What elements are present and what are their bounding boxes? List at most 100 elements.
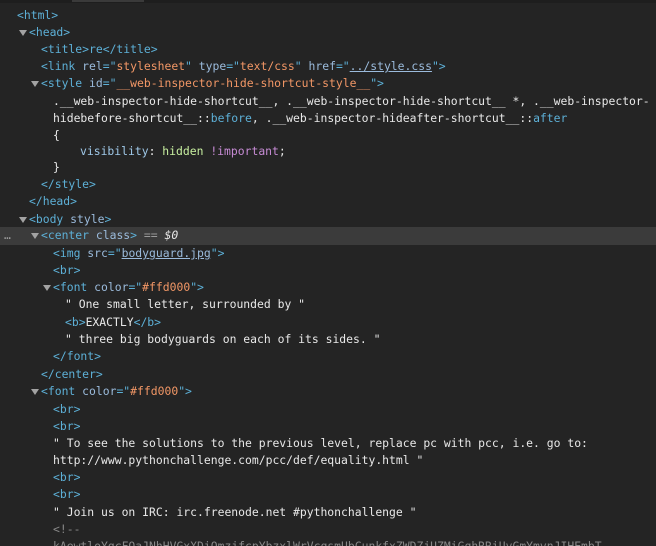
punct: ">: [178, 384, 192, 398]
dom-node-link[interactable]: <link rel="stylesheet" type="text/css" h…: [0, 58, 656, 75]
css-selector-text: hidebefore-shortcut__::: [53, 111, 211, 125]
attr-name: rel: [82, 59, 103, 73]
dom-node-body[interactable]: <body style>: [0, 211, 656, 228]
css-text-line[interactable]: {: [0, 127, 656, 144]
css-declaration[interactable]: visibility: hidden !important;: [0, 143, 656, 160]
dom-node-font[interactable]: <font color="#ffd000">: [0, 383, 656, 400]
comment-text: kAewtloYgcFQaJNhHVGxXDiQmzjfcpYbzxlWrVcq…: [53, 539, 602, 546]
attr-name: style: [70, 212, 105, 226]
punct: =": [107, 246, 122, 260]
text-content: " three big bodyguards on each of its si…: [65, 332, 381, 346]
tag-open: <link: [41, 59, 83, 73]
punct: ": [294, 59, 309, 73]
dom-node-font[interactable]: <font color="#ffd000">: [0, 279, 656, 296]
brace-close: }: [53, 160, 60, 174]
dom-text-node[interactable]: http://www.pythonchallenge.com/pcc/def/e…: [0, 452, 656, 469]
tag-text: <title>re</title>: [41, 42, 158, 56]
attr-value: __web-inspector-hide-shortcut-style__: [116, 76, 371, 90]
css-text-line[interactable]: }: [0, 159, 656, 176]
tag-text: <br>: [53, 263, 81, 277]
dom-node-br[interactable]: <br>: [0, 418, 656, 435]
css-property: visibility: [80, 144, 149, 158]
dom-node-br[interactable]: <br>: [0, 401, 656, 418]
expand-triangle-icon[interactable]: [19, 30, 27, 36]
attr-value: #ffd000: [130, 384, 179, 398]
expand-triangle-icon[interactable]: [31, 233, 39, 239]
dom-comment-node[interactable]: kAewtloYgcFQaJNhHVGxXDiQmzjfcpYbzxlWrVcq…: [0, 538, 656, 546]
punct: =": [102, 76, 117, 90]
attr-value: stylesheet: [116, 59, 186, 73]
tag-text: <br>: [53, 419, 81, 433]
tag-open: <font: [41, 384, 83, 398]
expand-triangle-icon[interactable]: [31, 81, 39, 87]
dom-text-node[interactable]: " One small letter, surrounded by ": [0, 296, 656, 313]
tag-text: <br>: [53, 487, 81, 501]
attr-value: #ffd000: [142, 280, 191, 294]
tag-text: </font>: [53, 349, 102, 363]
expand-triangle-icon[interactable]: [43, 285, 51, 291]
dom-node-style[interactable]: <style id="__web-inspector-hide-shortcut…: [0, 75, 656, 92]
elements-panel: <html> <head> <title>re</title> <link re…: [0, 0, 656, 546]
attr-name: color: [82, 384, 117, 398]
punct: ">: [210, 246, 225, 260]
punct: >: [130, 228, 138, 242]
tag-open: <b>: [65, 315, 86, 329]
attr-name: src: [87, 246, 108, 260]
css-text-line[interactable]: .__web-inspector-hide-shortcut__, .__web…: [0, 93, 656, 110]
dom-node-br[interactable]: <br>: [0, 486, 656, 503]
dom-text-node[interactable]: " Join us on IRC: irc.freenode.net #pyth…: [0, 504, 656, 521]
console-ref-eq: ==: [137, 228, 165, 242]
dom-node-html[interactable]: <html>: [0, 7, 656, 24]
panel-tab-indicator[interactable]: [72, 0, 144, 2]
dom-text-node[interactable]: " To see the solutions to the previous l…: [0, 435, 656, 452]
text-content: " One small letter, surrounded by ": [65, 297, 306, 311]
tag-text: <br>: [53, 402, 81, 416]
attr-name: id: [89, 76, 103, 90]
text-content: " To see the solutions to the previous l…: [53, 436, 588, 450]
expand-triangle-icon[interactable]: [19, 217, 27, 223]
dom-node-title[interactable]: <title>re</title>: [0, 41, 656, 58]
attr-value: text/css: [239, 59, 295, 73]
punct: ">: [370, 76, 384, 90]
stylesheet-link[interactable]: ../style.css: [350, 59, 432, 73]
dom-node-b[interactable]: <b>EXACTLY</b>: [0, 314, 656, 331]
attr-name: type: [198, 59, 227, 73]
dom-node-br[interactable]: <br>: [0, 262, 656, 279]
image-link[interactable]: bodyguard.jpg: [122, 246, 211, 260]
punct: =": [102, 59, 117, 73]
attr-name: class: [95, 228, 131, 242]
dom-node-br[interactable]: <br>: [0, 469, 656, 486]
attr-name: href: [308, 59, 336, 73]
brace-open: {: [53, 128, 60, 142]
dom-node-close-head[interactable]: </head>: [0, 193, 656, 210]
punct: ": [185, 59, 199, 73]
more-options-icon[interactable]: …: [4, 227, 11, 244]
important-flag: !important: [210, 144, 279, 158]
tag-text: </head>: [29, 194, 78, 208]
css-value: hidden: [162, 144, 204, 158]
expand-triangle-icon[interactable]: [31, 389, 39, 395]
punct: =": [116, 384, 131, 398]
tag-close: </b>: [133, 315, 162, 329]
dom-node-close-font[interactable]: </font>: [0, 348, 656, 365]
dom-node-center-selected[interactable]: … <center class> == $0: [0, 227, 656, 245]
dom-comment-node[interactable]: <!--: [0, 521, 656, 538]
tag-text: <br>: [53, 470, 81, 484]
tag-open: <center: [41, 228, 96, 242]
text-content: " Join us on IRC: irc.freenode.net #pyth…: [53, 505, 417, 519]
dom-node-head[interactable]: <head>: [0, 24, 656, 41]
punct: =": [226, 59, 240, 73]
css-text-line[interactable]: hidebefore-shortcut__::before, .__web-in…: [0, 110, 656, 127]
tag-open: <font: [53, 280, 95, 294]
dom-node-close-center[interactable]: </center>: [0, 366, 656, 383]
punct: =": [335, 59, 350, 73]
tag-text: <html>: [17, 8, 59, 22]
tag-open: <body: [29, 212, 71, 226]
attr-name: color: [94, 280, 129, 294]
tag-text: </style>: [41, 177, 96, 191]
dom-text-node[interactable]: " three big bodyguards on each of its si…: [0, 331, 656, 348]
css-selector-text: , .__web-inspector-hideafter-shortcut__:…: [251, 111, 534, 125]
dom-node-img[interactable]: <img src="bodyguard.jpg">: [0, 245, 656, 262]
dom-node-close-style[interactable]: </style>: [0, 176, 656, 193]
punct: =": [128, 280, 143, 294]
